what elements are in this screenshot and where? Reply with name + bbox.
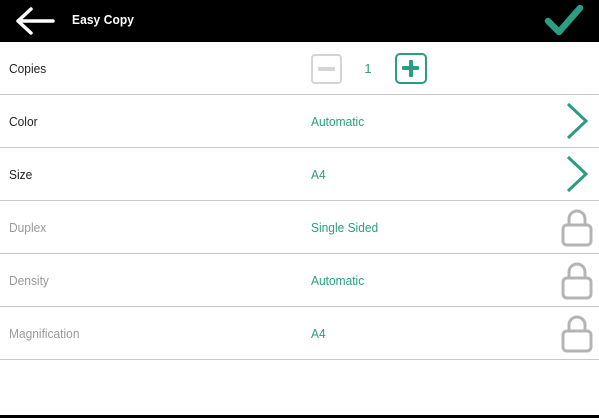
setting-label: Magnification xyxy=(9,326,80,341)
setting-label: Duplex xyxy=(9,220,47,235)
setting-row-duplex: Duplex Single Sided xyxy=(0,201,599,254)
setting-value: Single Sided xyxy=(311,220,379,235)
page-title: Easy Copy xyxy=(72,12,134,27)
settings-list: Copies 1 Color Automatic Size A4 Duplex … xyxy=(0,42,599,360)
setting-label: Color xyxy=(9,114,38,129)
back-button[interactable] xyxy=(10,3,60,39)
lock-icon xyxy=(558,206,596,248)
setting-row-size[interactable]: Size A4 xyxy=(0,148,599,201)
minus-icon xyxy=(318,67,335,71)
copies-row: Copies 1 xyxy=(0,42,599,95)
setting-value: A4 xyxy=(311,167,326,182)
confirm-button[interactable] xyxy=(540,0,586,42)
increment-button[interactable] xyxy=(395,53,427,84)
setting-value: A4 xyxy=(311,326,326,341)
chevron-right-icon xyxy=(558,100,596,142)
header-bar: Easy Copy xyxy=(0,0,599,42)
arrow-left-icon xyxy=(16,7,55,35)
setting-value: Automatic xyxy=(311,273,365,288)
setting-label: Density xyxy=(9,273,49,288)
checkmark-icon xyxy=(544,4,584,36)
copies-value: 1 xyxy=(364,61,372,76)
chevron-right-icon xyxy=(558,153,596,195)
setting-row-color[interactable]: Color Automatic xyxy=(0,95,599,148)
decrement-button[interactable] xyxy=(311,54,342,84)
setting-label: Size xyxy=(9,167,33,182)
lock-icon xyxy=(558,259,596,301)
lock-icon xyxy=(558,312,596,354)
setting-value: Automatic xyxy=(311,114,365,129)
setting-row-density: Density Automatic xyxy=(0,254,599,307)
setting-row-magnification: Magnification A4 xyxy=(0,307,599,360)
copies-label: Copies xyxy=(9,61,47,76)
